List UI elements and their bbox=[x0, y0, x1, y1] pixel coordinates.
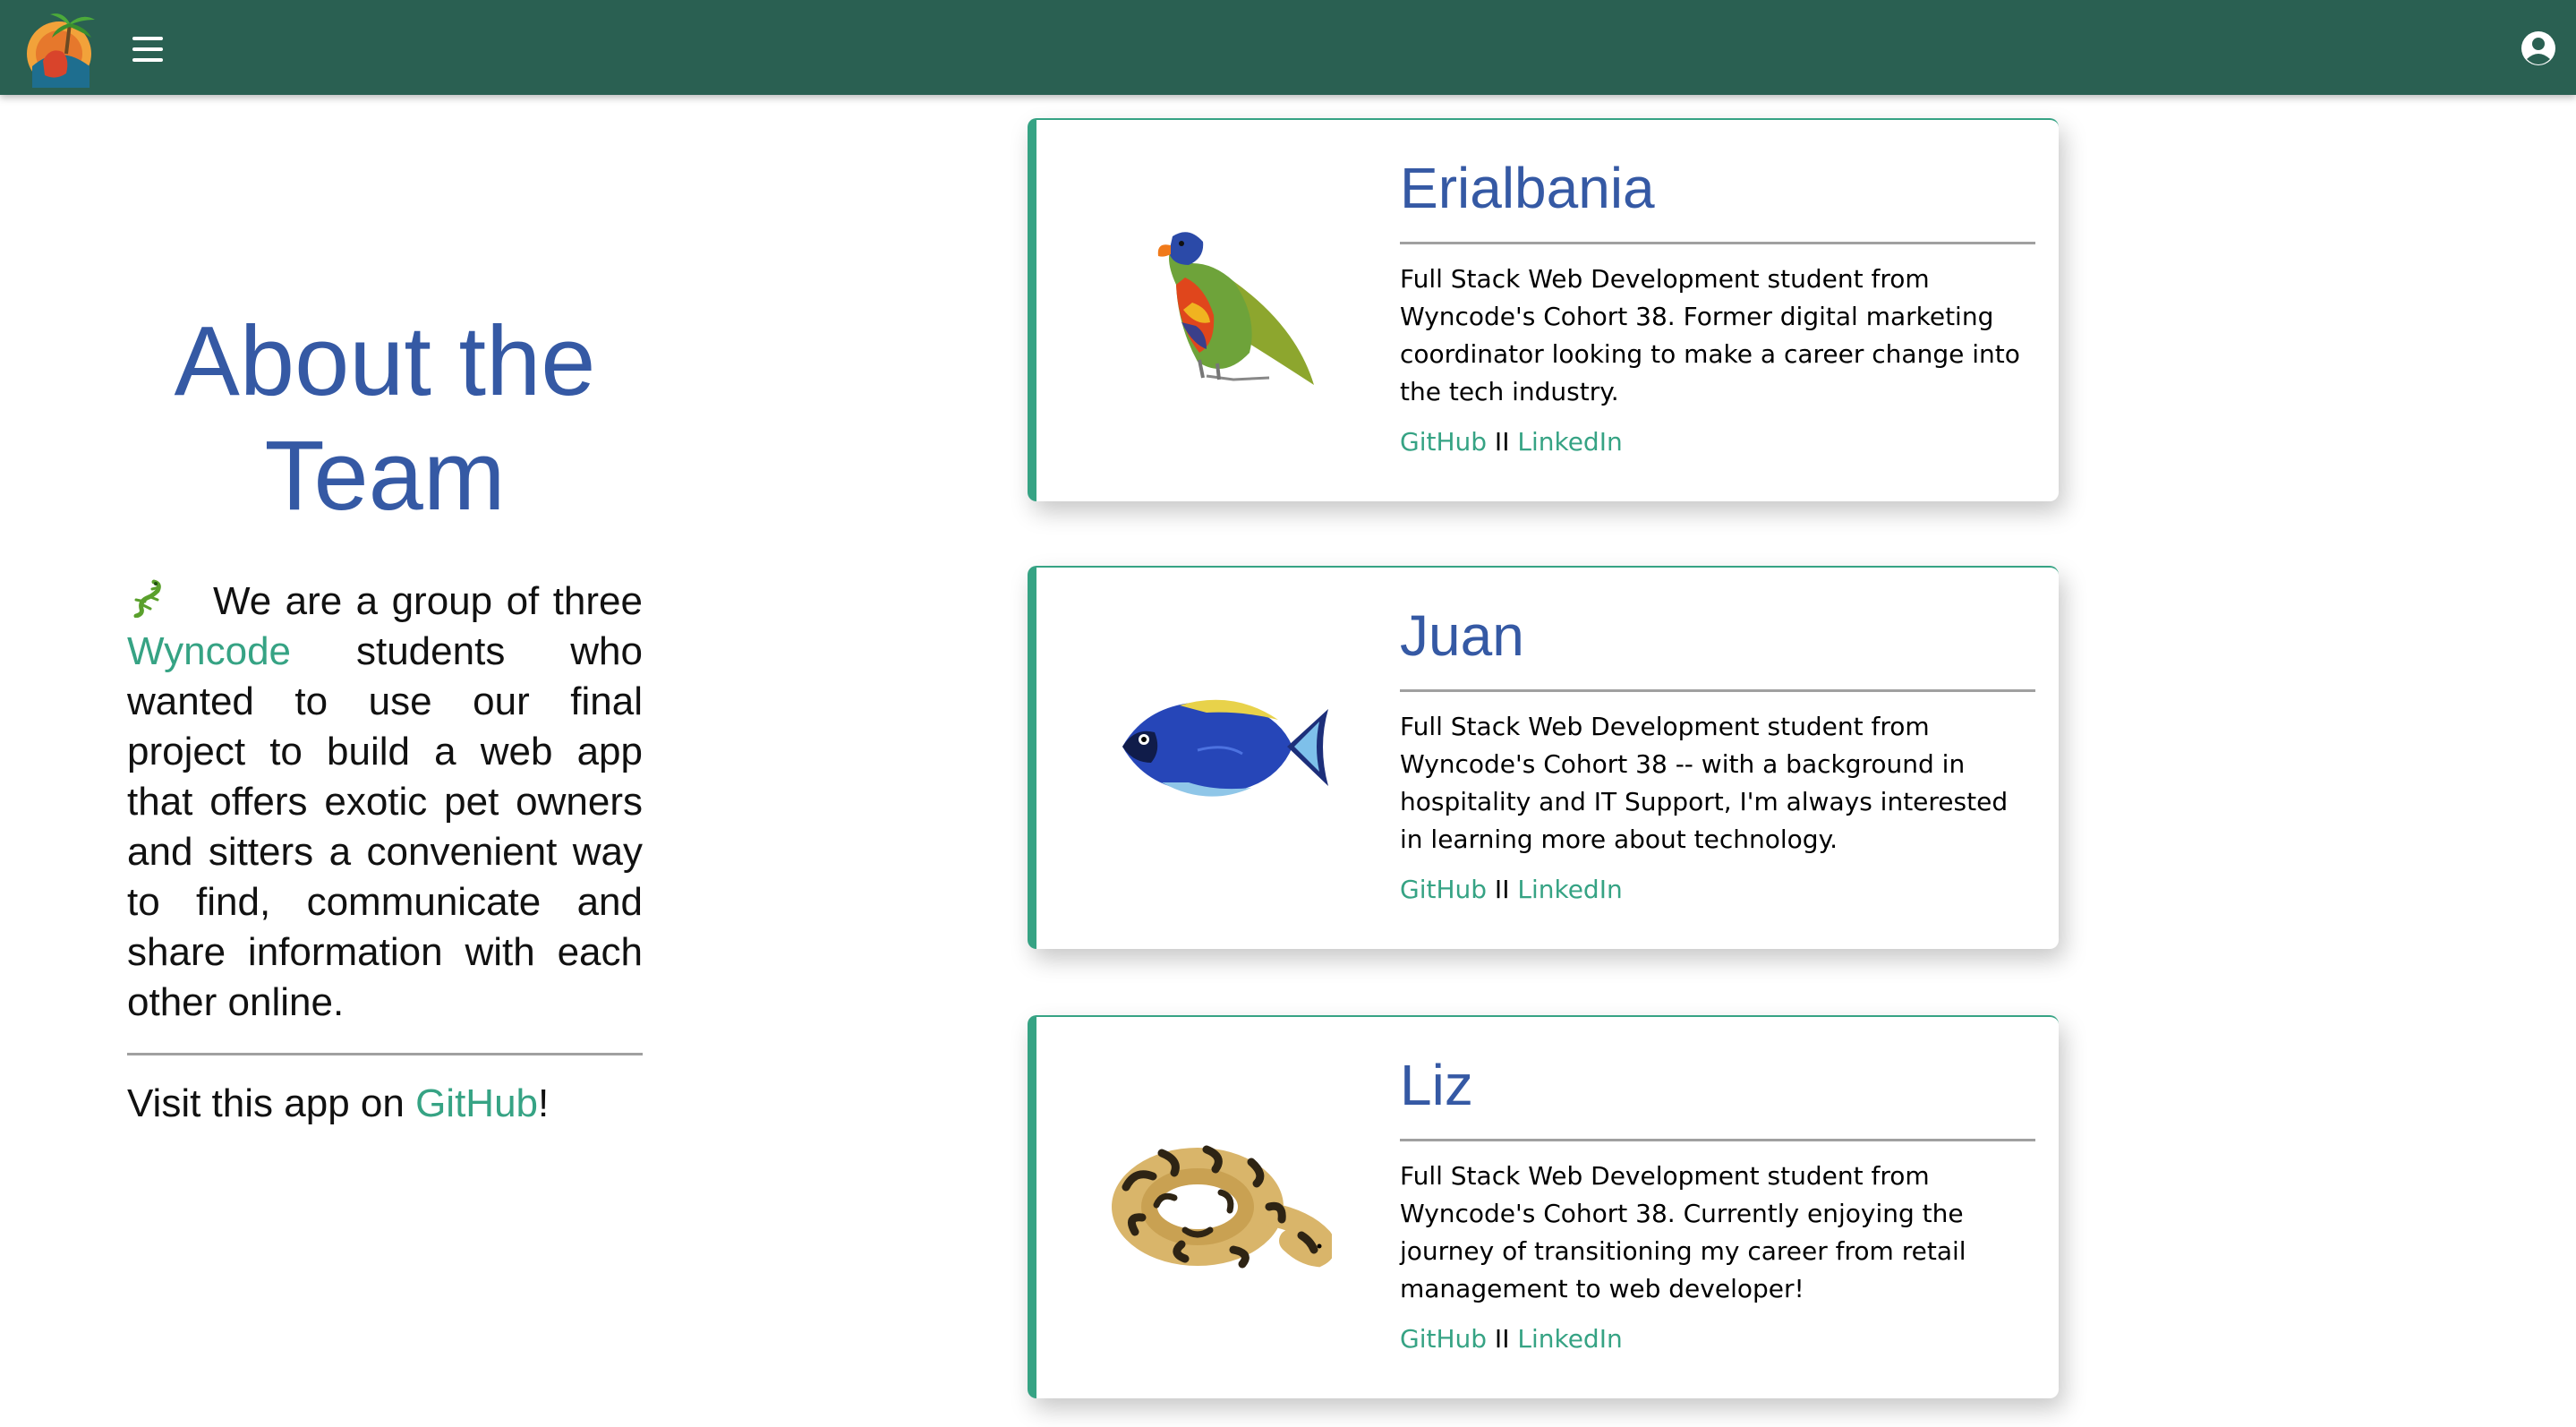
link-separator: II bbox=[1487, 427, 1518, 457]
member-name: Liz bbox=[1400, 1053, 1473, 1117]
member-links: GitHub II LinkedIn bbox=[1400, 423, 2035, 461]
description-text-end: students who wanted to use our final pro… bbox=[127, 629, 643, 1024]
member-bio: Full Stack Web Development student from … bbox=[1400, 1161, 1966, 1303]
parrot-image bbox=[1157, 232, 1314, 385]
member-card-body: Liz Full Stack Web Development student f… bbox=[1400, 1049, 2035, 1358]
intro-divider bbox=[127, 1053, 643, 1055]
about-intro: About the Team We are a group of three W… bbox=[127, 304, 643, 1129]
member-links: GitHub II LinkedIn bbox=[1400, 871, 2035, 909]
hamburger-menu-icon[interactable] bbox=[125, 32, 170, 66]
member-card-body: Erialbania Full Stack Web Development st… bbox=[1400, 152, 2035, 461]
page-title: About the Team bbox=[174, 306, 596, 531]
visit-app-text: Visit this app on GitHub! bbox=[127, 1079, 643, 1129]
member-card-liz: Liz Full Stack Web Development student f… bbox=[1028, 1015, 2059, 1398]
tropical-island-logo-icon[interactable] bbox=[23, 7, 98, 90]
visit-exclamation: ! bbox=[538, 1081, 550, 1125]
app-bar bbox=[0, 0, 2576, 95]
app-github-link[interactable]: GitHub bbox=[415, 1081, 538, 1125]
description-text-start: We are a group of three bbox=[213, 579, 643, 623]
link-separator: II bbox=[1487, 1324, 1518, 1354]
member-name: Juan bbox=[1400, 603, 1524, 668]
ball-python-snake-image bbox=[1112, 1145, 1332, 1269]
member-linkedin-link[interactable]: LinkedIn bbox=[1517, 875, 1622, 904]
member-linkedin-link[interactable]: LinkedIn bbox=[1517, 427, 1622, 457]
member-github-link[interactable]: GitHub bbox=[1400, 1324, 1487, 1354]
member-card-erialbania: Erialbania Full Stack Web Development st… bbox=[1028, 118, 2059, 501]
member-divider bbox=[1400, 242, 2035, 244]
member-divider bbox=[1400, 1139, 2035, 1141]
team-description: We are a group of three Wyncode students… bbox=[127, 577, 643, 1028]
account-circle-icon[interactable] bbox=[2521, 30, 2556, 66]
wyncode-link[interactable]: Wyncode bbox=[127, 629, 291, 673]
member-divider bbox=[1400, 689, 2035, 692]
member-links: GitHub II LinkedIn bbox=[1400, 1320, 2035, 1358]
member-bio: Full Stack Web Development student from … bbox=[1400, 712, 2009, 854]
blue-tang-fish-image bbox=[1122, 699, 1328, 797]
member-card-juan: Juan Full Stack Web Development student … bbox=[1028, 566, 2059, 949]
lizard-icon bbox=[133, 579, 161, 618]
member-linkedin-link[interactable]: LinkedIn bbox=[1517, 1324, 1622, 1354]
member-github-link[interactable]: GitHub bbox=[1400, 427, 1487, 457]
visit-text: Visit this app on bbox=[127, 1081, 416, 1125]
member-card-body: Juan Full Stack Web Development student … bbox=[1400, 600, 2035, 909]
member-github-link[interactable]: GitHub bbox=[1400, 875, 1487, 904]
link-separator: II bbox=[1487, 875, 1518, 904]
member-bio: Full Stack Web Development student from … bbox=[1400, 264, 2020, 406]
member-name: Erialbania bbox=[1400, 156, 1655, 220]
